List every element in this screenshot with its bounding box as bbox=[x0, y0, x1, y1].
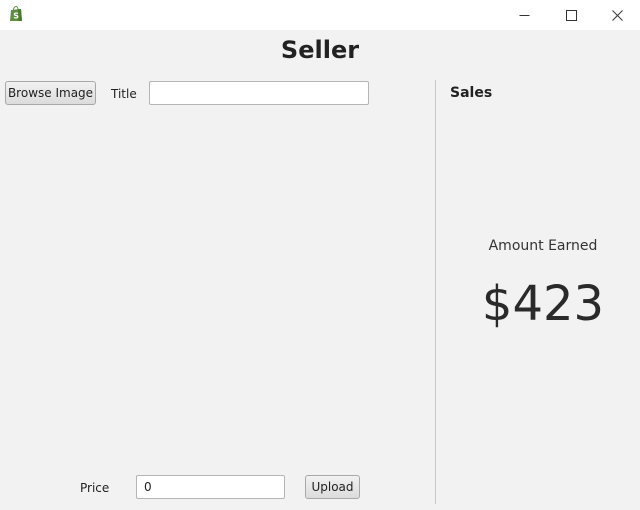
svg-text:S: S bbox=[13, 12, 19, 21]
shopify-bag-icon: S bbox=[9, 5, 23, 22]
maximize-button[interactable] bbox=[548, 0, 594, 30]
close-button[interactable] bbox=[594, 0, 640, 30]
price-label: Price bbox=[80, 481, 110, 495]
minimize-button[interactable] bbox=[501, 0, 547, 30]
title-input[interactable] bbox=[149, 81, 369, 105]
page-title: Seller bbox=[280, 36, 360, 64]
title-label: Title bbox=[111, 87, 137, 101]
minimize-icon bbox=[519, 10, 530, 21]
close-icon bbox=[611, 9, 623, 21]
upload-button[interactable]: Upload bbox=[305, 475, 360, 499]
title-bar: S bbox=[0, 0, 640, 30]
sales-heading: Sales bbox=[450, 85, 493, 101]
amount-earned-value: $423 bbox=[481, 276, 605, 332]
price-input[interactable] bbox=[136, 475, 285, 499]
amount-earned-label: Amount Earned bbox=[488, 238, 598, 254]
browse-image-button[interactable]: Browse Image bbox=[5, 81, 96, 105]
maximize-icon bbox=[565, 9, 577, 21]
